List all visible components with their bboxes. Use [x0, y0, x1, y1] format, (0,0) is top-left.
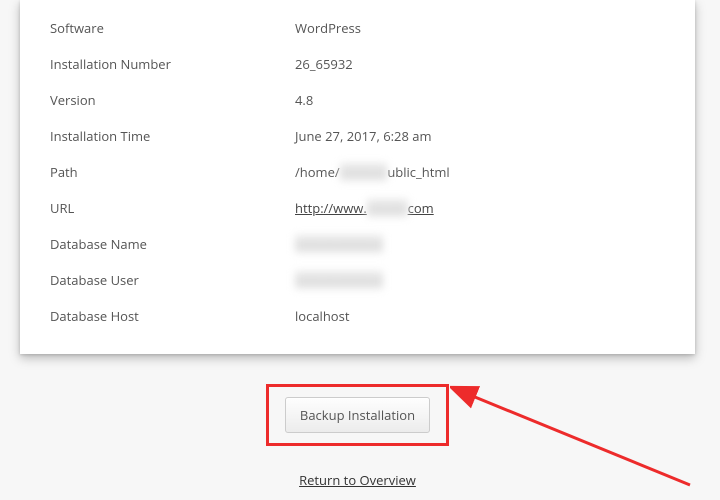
- label-url: URL: [50, 199, 295, 217]
- url-link[interactable]: http://www.xxxxxxcom: [295, 199, 434, 217]
- value-installation-number: 26_65932: [295, 55, 353, 73]
- value-database-host: localhost: [295, 307, 349, 325]
- label-database-user: Database User: [50, 271, 295, 289]
- detail-row-path: Path /home/xxxxxxxublic_html: [50, 154, 665, 190]
- path-hidden: xxxxxxx: [340, 163, 388, 181]
- label-version: Version: [50, 91, 295, 109]
- value-database-name: xxxxxxxxxxxxx: [295, 235, 383, 253]
- detail-row-version: Version 4.8: [50, 82, 665, 118]
- detail-row-installation-number: Installation Number 26_65932: [50, 46, 665, 82]
- database-name-hidden: xxxxxxxxxxxxx: [295, 235, 383, 253]
- value-url: http://www.xxxxxxcom: [295, 199, 434, 217]
- database-user-hidden: xxxxxxxxxxxxx: [295, 271, 383, 289]
- highlight-box: Backup Installation: [266, 384, 449, 446]
- url-suffix: com: [408, 199, 434, 217]
- backup-installation-button[interactable]: Backup Installation: [285, 397, 430, 433]
- value-path: /home/xxxxxxxublic_html: [295, 163, 450, 181]
- detail-row-software: Software WordPress: [50, 10, 665, 46]
- value-database-user: xxxxxxxxxxxxx: [295, 271, 383, 289]
- label-installation-number: Installation Number: [50, 55, 295, 73]
- return-area: Return to Overview: [20, 471, 695, 489]
- detail-row-database-user: Database User xxxxxxxxxxxxx: [50, 262, 665, 298]
- url-hidden: xxxxxx: [367, 199, 408, 217]
- path-prefix: /home/: [295, 163, 340, 181]
- label-path: Path: [50, 163, 295, 181]
- installation-details-panel: Software WordPress Installation Number 2…: [20, 0, 695, 354]
- url-prefix: http://www.: [295, 199, 367, 217]
- label-database-host: Database Host: [50, 307, 295, 325]
- detail-row-url: URL http://www.xxxxxxcom: [50, 190, 665, 226]
- detail-row-database-host: Database Host localhost: [50, 298, 665, 334]
- detail-row-installation-time: Installation Time June 27, 2017, 6:28 am: [50, 118, 665, 154]
- value-version: 4.8: [295, 91, 313, 109]
- button-area: Backup Installation: [20, 384, 695, 446]
- label-installation-time: Installation Time: [50, 127, 295, 145]
- path-suffix: ublic_html: [387, 163, 449, 181]
- label-database-name: Database Name: [50, 235, 295, 253]
- return-to-overview-link[interactable]: Return to Overview: [299, 471, 416, 489]
- label-software: Software: [50, 19, 295, 37]
- value-software: WordPress: [295, 19, 361, 37]
- value-installation-time: June 27, 2017, 6:28 am: [295, 127, 432, 145]
- detail-row-database-name: Database Name xxxxxxxxxxxxx: [50, 226, 665, 262]
